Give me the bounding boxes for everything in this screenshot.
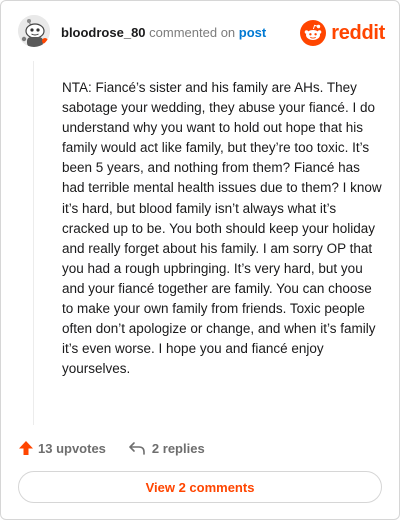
view-comments-button[interactable]: View 2 comments — [18, 471, 382, 503]
upvote-button[interactable]: 13 upvotes — [18, 440, 106, 456]
upvote-count: 13 upvotes — [38, 440, 106, 456]
reply-count: 2 replies — [151, 440, 205, 456]
upvote-arrow-icon — [19, 441, 33, 455]
thread-line[interactable] — [33, 61, 34, 425]
reply-button[interactable]: 2 replies — [128, 440, 205, 456]
reply-arrow-icon — [129, 442, 145, 455]
comment-body: NTA: Fiancé’s sister and his family are … — [62, 80, 382, 377]
reddit-logo-icon — [300, 20, 327, 46]
commented-on-text: commented on — [149, 25, 236, 40]
comment-card: bloodrose_80 commented on post reddit NT… — [0, 0, 400, 520]
post-link[interactable]: post — [239, 25, 266, 40]
reddit-wordmark: reddit — [331, 22, 385, 44]
reddit-brand[interactable]: reddit — [300, 20, 385, 46]
user-avatar[interactable] — [18, 15, 50, 47]
comment-meta: bloodrose_80 commented on post — [61, 25, 266, 41]
author-username[interactable]: bloodrose_80 — [61, 25, 146, 40]
comment-header: bloodrose_80 commented on post reddit — [1, 1, 399, 65]
snoo-avatar-icon — [18, 15, 50, 47]
comment-actions: 13 upvotes 2 replies — [18, 437, 205, 459]
